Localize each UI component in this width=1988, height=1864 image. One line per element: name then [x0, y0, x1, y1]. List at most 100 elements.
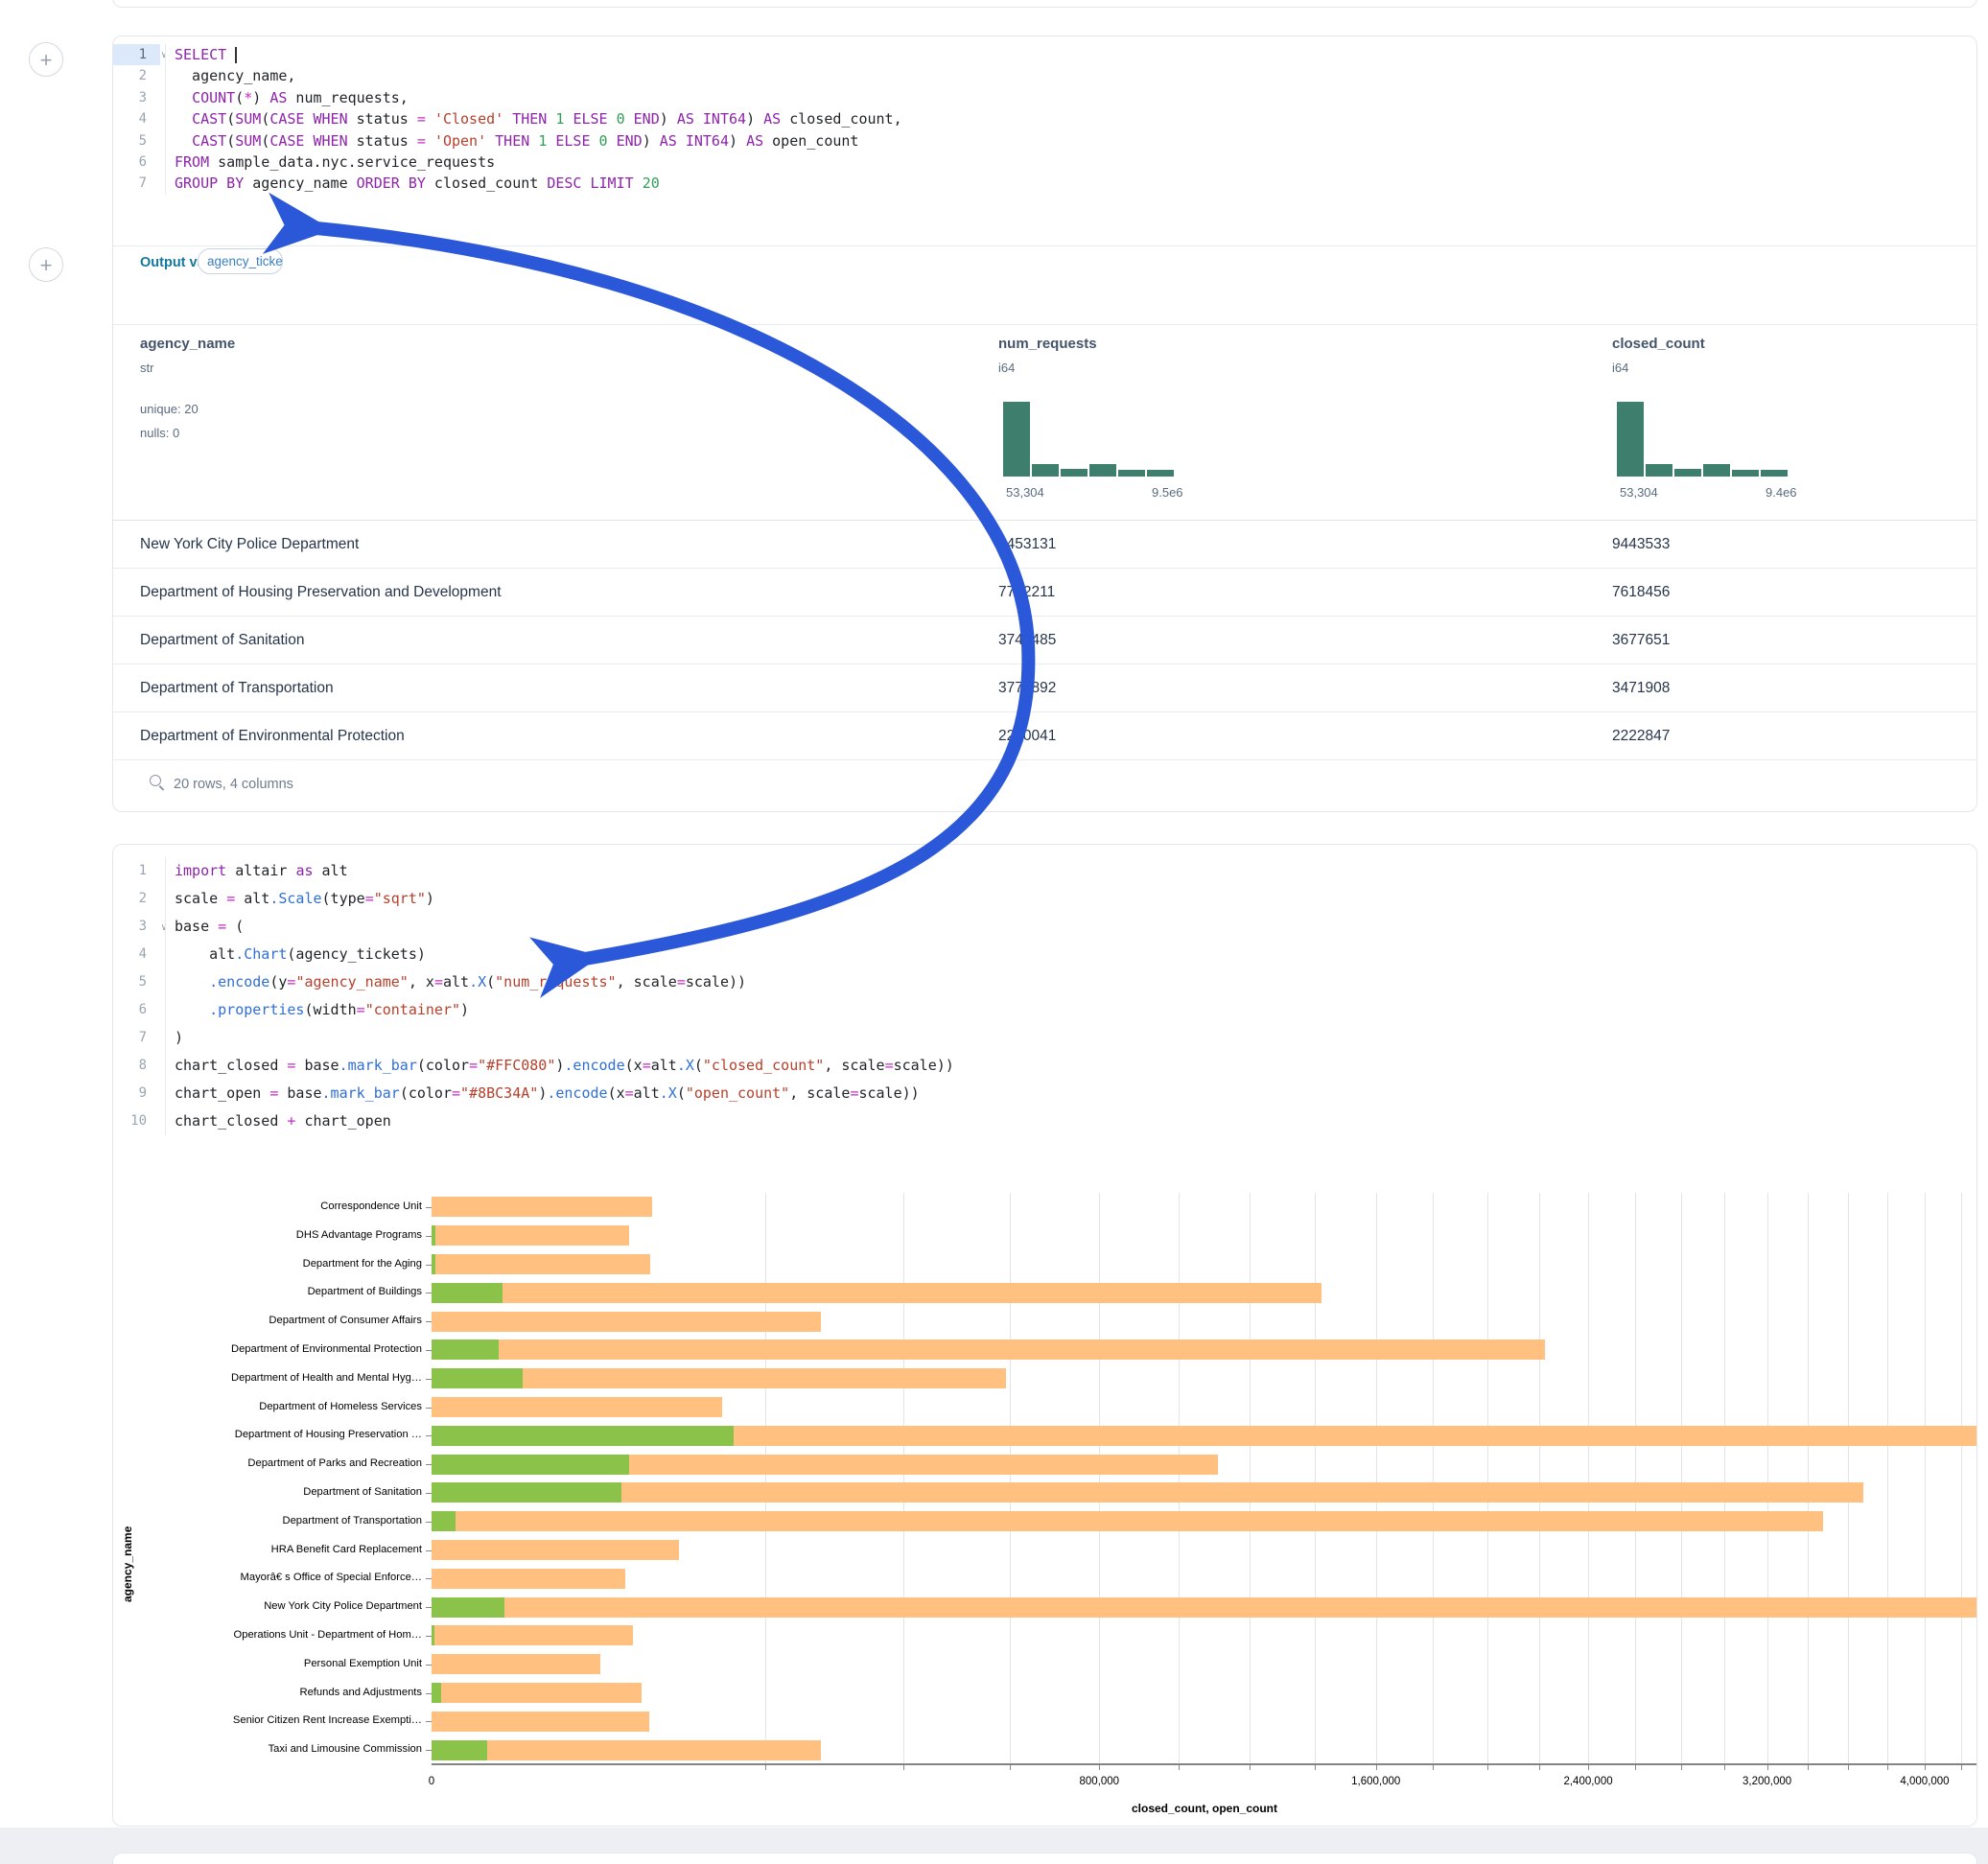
bar-open_count — [432, 1340, 499, 1360]
bar-closed_count — [432, 1625, 633, 1645]
bar-open_count — [432, 1683, 441, 1703]
table-cell: 3774892 — [998, 664, 1056, 712]
x-axis-label: 3,200,000 — [1742, 1776, 1791, 1787]
line-number: 2 — [113, 65, 160, 86]
add-cell-button-top[interactable]: + — [29, 42, 63, 77]
column-type: i64 — [1612, 361, 1628, 375]
python-cell-card: 1import altair as alt2scale = alt.Scale(… — [112, 844, 1977, 1827]
x-axis-label: 1,600,000 — [1351, 1776, 1400, 1787]
histogram-max-label: 9.5e6 — [1152, 485, 1183, 500]
notebook-page: + + 1∨SELECT 2 agency_name,3 COUNT(*) AS… — [0, 0, 1988, 1864]
table-row-count: 20 rows, 4 columns — [174, 777, 293, 792]
histogram-max-label: 9.4e6 — [1766, 485, 1797, 500]
chart-x-axis-title: closed_count, open_count — [1132, 1802, 1277, 1815]
table-cell: Department of Housing Preservation and D… — [140, 569, 502, 617]
output-variable-pill[interactable]: agency_tickets — [198, 248, 283, 274]
x-axis-label: 4,000,000 — [1900, 1776, 1949, 1787]
gridline — [1925, 1193, 1926, 1764]
bar-closed_count — [432, 1511, 1823, 1531]
search-icon[interactable] — [150, 775, 167, 792]
line-number: 7 — [113, 173, 160, 194]
gridline — [1433, 1193, 1434, 1764]
gridline — [1376, 1193, 1377, 1764]
table-row[interactable]: Department of Transportation377489234719… — [113, 664, 1976, 712]
gridline — [1848, 1193, 1849, 1764]
column-histogram — [1003, 402, 1178, 477]
search-handle — [159, 785, 164, 790]
table-cell: 9443533 — [1612, 521, 1670, 569]
bar-closed_count — [432, 1225, 629, 1246]
line-number: 1 — [113, 44, 160, 65]
bar-closed_count — [432, 1397, 722, 1417]
gridline — [1010, 1193, 1011, 1764]
gridline — [1487, 1193, 1488, 1764]
gridline — [1681, 1193, 1682, 1764]
code-line: 3 COUNT(*) AS num_requests, — [113, 87, 1976, 108]
add-cell-button-middle[interactable]: + — [29, 247, 63, 282]
y-axis-label: Correspondence Unit — [142, 1200, 422, 1212]
table-top-border — [113, 324, 1976, 325]
y-axis-label: Department of Environmental Protection — [142, 1343, 422, 1355]
code-line: 1∨SELECT — [113, 44, 1976, 65]
gridline — [1179, 1193, 1180, 1764]
table-cell: 7618456 — [1612, 569, 1670, 617]
column-type: i64 — [998, 361, 1015, 375]
gridline — [1961, 1193, 1962, 1764]
table-row[interactable]: Department of Housing Preservation and D… — [113, 569, 1976, 617]
table-cell: Department of Environmental Protection — [140, 712, 405, 760]
table-cell: 3749485 — [998, 617, 1056, 664]
bar-open_count — [432, 1597, 504, 1618]
bar-open_count — [432, 1368, 523, 1388]
column-header[interactable]: num_requests — [998, 336, 1097, 352]
y-axis-label: Department of Consumer Affairs — [142, 1315, 422, 1326]
y-axis-label: Senior Citizen Rent Increase Exempti… — [142, 1714, 422, 1726]
bar-closed_count — [432, 1569, 625, 1589]
y-axis-label: Department of Homeless Services — [142, 1401, 422, 1412]
table-cell: 3677651 — [1612, 617, 1670, 664]
gridline — [1887, 1193, 1888, 1764]
bar-closed_count — [432, 1540, 679, 1560]
y-axis-label: Refunds and Adjustments — [142, 1687, 422, 1698]
code-line: 2 agency_name, — [113, 65, 1976, 86]
y-axis-label: Mayorâ€ s Office of Special Enforce… — [142, 1572, 422, 1583]
gridline — [765, 1193, 766, 1764]
bar-open_count — [432, 1426, 734, 1446]
table-cell: 2222847 — [1612, 712, 1670, 760]
bar-closed_count — [432, 1597, 1976, 1618]
column-header[interactable]: agency_name — [140, 336, 235, 352]
sql-editor[interactable]: 1∨SELECT 2 agency_name,3 COUNT(*) AS num… — [113, 44, 1976, 195]
bar-closed_count — [432, 1254, 650, 1274]
gridline — [1250, 1193, 1251, 1764]
sql-cell-card: 1∨SELECT 2 agency_name,3 COUNT(*) AS num… — [112, 35, 1977, 812]
line-number: 5 — [113, 130, 160, 151]
table-row[interactable]: Department of Environmental Protection 22… — [113, 712, 1976, 760]
gridline — [1588, 1193, 1589, 1764]
bar-closed_count — [432, 1482, 1863, 1503]
bar-open_count — [432, 1254, 435, 1274]
y-axis-label: Personal Exemption Unit — [142, 1658, 422, 1669]
y-axis-label: Department of Health and Mental Hyg… — [142, 1372, 422, 1384]
bar-open_count — [432, 1482, 621, 1503]
bar-open_count — [432, 1511, 456, 1531]
bar-closed_count — [432, 1712, 649, 1732]
table-row[interactable]: New York City Police Department 9453131 94… — [113, 521, 1976, 569]
chart-y-axis-title: agency_name — [121, 1526, 134, 1602]
bar-closed_count — [432, 1283, 1321, 1303]
table-cell: New York City Police Department — [140, 521, 359, 569]
gridline — [1808, 1193, 1809, 1764]
x-axis-label: 800,000 — [1080, 1776, 1120, 1787]
histogram-min-label: 53,304 — [1620, 485, 1658, 500]
bar-open_count — [432, 1283, 503, 1303]
x-axis-line — [432, 1763, 1976, 1765]
column-header[interactable]: closed_count — [1612, 336, 1705, 352]
line-number: 6 — [113, 151, 160, 173]
column-type: str — [140, 361, 153, 375]
code-line: 4 CAST(SUM(CASE WHEN status = 'Closed' T… — [113, 108, 1976, 129]
table-row[interactable]: Department of Sanitation37494853677651 — [113, 617, 1976, 664]
cell-output-divider — [113, 245, 1976, 246]
code-line: 6FROM sample_data.nyc.service_requests — [113, 151, 1976, 173]
table-cell: 9453131 — [998, 521, 1056, 569]
bar-open_count — [432, 1225, 435, 1246]
gridline — [1635, 1193, 1636, 1764]
y-axis-label: Department of Transportation — [142, 1515, 422, 1526]
